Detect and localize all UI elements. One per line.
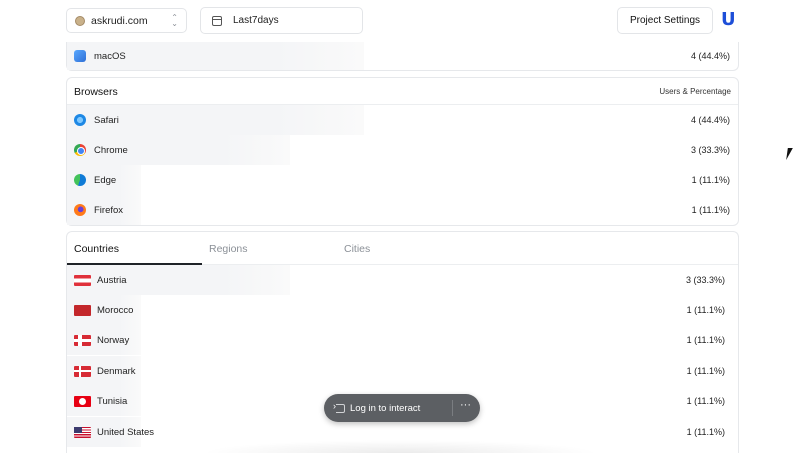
row-label: Morocco <box>97 304 134 316</box>
row-value: 3 (33.3%) <box>685 275 725 285</box>
row-value: 1 (11.1%) <box>691 205 730 215</box>
list-item[interactable]: Edge 1 (11.1%) <box>67 165 738 195</box>
morocco-flag-icon <box>74 304 91 316</box>
row-label: Chrome <box>94 144 128 156</box>
apple-finder-icon <box>74 50 86 62</box>
site-favicon-icon <box>75 15 85 26</box>
list-item[interactable]: Norway 1 (11.1%) <box>67 325 738 355</box>
site-selector[interactable]: askrudi.com ⌃ ⌄ <box>66 8 187 33</box>
row-value: 1 (11.1%) <box>686 335 725 345</box>
row-value: 3 (33.3%) <box>690 145 730 155</box>
edge-icon <box>74 174 86 186</box>
row-label: macOS <box>94 50 126 62</box>
tab-cities[interactable]: Cities <box>337 232 472 265</box>
row-value: 1 (11.1%) <box>686 396 725 406</box>
chevron-updown-icon: ⌃ ⌄ <box>171 13 178 28</box>
date-range-selector[interactable]: Last7days <box>200 7 363 34</box>
row-label: Firefox <box>94 204 124 216</box>
list-item[interactable]: Safari 4 (44.4%) <box>67 105 738 135</box>
row-label: Austria <box>97 274 127 286</box>
more-options-icon[interactable]: ··· <box>460 399 471 411</box>
app-logo[interactable]: U <box>721 10 737 30</box>
denmark-flag-icon <box>74 365 91 377</box>
austria-flag-icon <box>74 274 91 286</box>
row-label: Denmark <box>97 365 136 377</box>
login-toast[interactable]: Log in to interact ··· <box>324 394 480 422</box>
list-item[interactable]: Firefox 1 (11.1%) <box>67 195 738 225</box>
row-value: 1 (11.1%) <box>686 427 725 437</box>
mouse-cursor-icon <box>786 148 793 160</box>
chrome-icon <box>74 144 86 156</box>
row-label: United States <box>97 426 155 438</box>
norway-flag-icon <box>74 334 91 346</box>
login-toast-label[interactable]: Log in to interact <box>350 403 420 414</box>
row-label: Norway <box>97 334 130 346</box>
site-selector-label: askrudi.com <box>91 14 148 27</box>
top-bar: askrudi.com ⌃ ⌄ Last7days Project Setting… <box>0 0 794 42</box>
safari-icon <box>74 114 86 126</box>
usa-flag-icon <box>74 426 91 438</box>
browsers-subtitle: Users & Percentage <box>659 87 731 96</box>
browsers-header: Browsers Users & Percentage <box>67 78 738 105</box>
row-label: Edge <box>94 174 117 186</box>
os-panel: macOS 4 (44.4%) <box>66 42 739 71</box>
scroll-shadow <box>200 440 600 453</box>
date-range-label: Last7days <box>233 15 279 26</box>
row-value: 4 (44.4%) <box>690 51 730 61</box>
list-item[interactable]: Morocco 1 (11.1%) <box>67 295 738 325</box>
list-item[interactable]: Austria 3 (33.3%) <box>67 265 738 295</box>
browsers-panel: Browsers Users & Percentage Safari 4 (44… <box>66 77 739 226</box>
row-label: Safari <box>94 114 119 126</box>
calendar-icon <box>212 15 222 26</box>
list-item[interactable]: macOS 4 (44.4%) <box>67 42 738 70</box>
tab-countries[interactable]: Countries <box>67 232 202 266</box>
row-value: 1 (11.1%) <box>691 175 730 185</box>
list-item[interactable]: Chrome 3 (33.3%) <box>67 135 738 165</box>
project-settings-button[interactable]: Project Settings <box>617 7 713 34</box>
row-label: Tunisia <box>97 395 128 407</box>
login-icon <box>333 401 345 413</box>
tunisia-flag-icon <box>74 395 91 407</box>
browsers-title: Browsers <box>74 86 118 98</box>
row-value: 4 (44.4%) <box>690 115 730 125</box>
list-item[interactable]: Denmark 1 (11.1%) <box>67 356 738 386</box>
firefox-icon <box>74 204 86 216</box>
toast-divider <box>452 400 453 416</box>
geo-tabs: Countries Regions Cities <box>67 232 738 266</box>
row-value: 1 (11.1%) <box>686 305 725 315</box>
tab-regions[interactable]: Regions <box>202 232 337 265</box>
row-value: 1 (11.1%) <box>686 366 725 376</box>
